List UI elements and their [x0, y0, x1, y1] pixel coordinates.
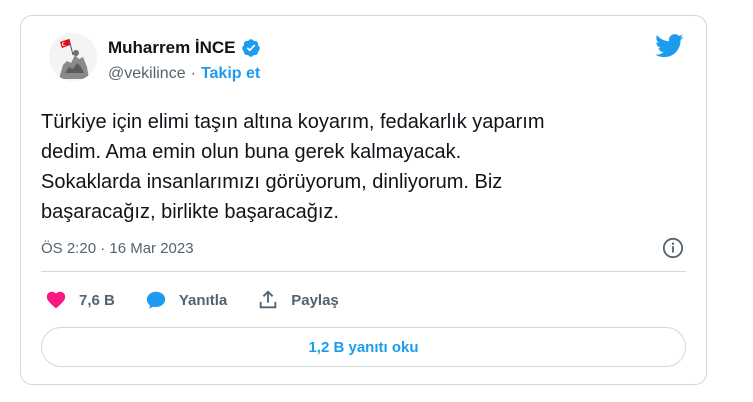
read-replies-button[interactable]: 1,2 B yanıtı oku — [41, 327, 686, 367]
verified-badge-icon — [241, 39, 260, 57]
share-icon — [259, 290, 277, 309]
handle-row: @vekilince · Takip et — [108, 64, 260, 84]
reply-bubble-icon — [146, 291, 166, 309]
separator-dot: · — [190, 65, 196, 82]
twitter-bird-icon[interactable] — [655, 34, 684, 58]
tweet-timestamp[interactable]: ÖS 2:20 · 16 Mar 2023 — [41, 239, 194, 259]
reply-button[interactable]: Yanıtla — [145, 289, 227, 311]
avatar[interactable] — [49, 33, 97, 81]
heart-icon — [46, 291, 66, 309]
author-name-row: Muharrem İNCE — [108, 38, 261, 58]
divider — [41, 271, 686, 272]
tweet-text: Türkiye için elimi taşın altına koyarım,… — [41, 111, 545, 223]
author-name[interactable]: Muharrem İNCE — [108, 38, 236, 58]
author-handle[interactable]: @vekilince — [108, 64, 186, 84]
share-button[interactable]: Paylaş — [257, 289, 339, 311]
share-label: Paylaş — [291, 291, 339, 309]
action-bar: 7,6 B Yanıtla Paylaş — [45, 287, 369, 313]
reply-label: Yanıtla — [178, 291, 228, 309]
tweet-card: Muharrem İNCE @vekilince · Takip et Türk… — [20, 15, 707, 385]
info-icon[interactable] — [662, 237, 684, 259]
like-button[interactable]: 7,6 B — [45, 289, 115, 311]
follow-button[interactable]: Takip et — [201, 64, 260, 84]
like-count: 7,6 B — [79, 291, 115, 309]
